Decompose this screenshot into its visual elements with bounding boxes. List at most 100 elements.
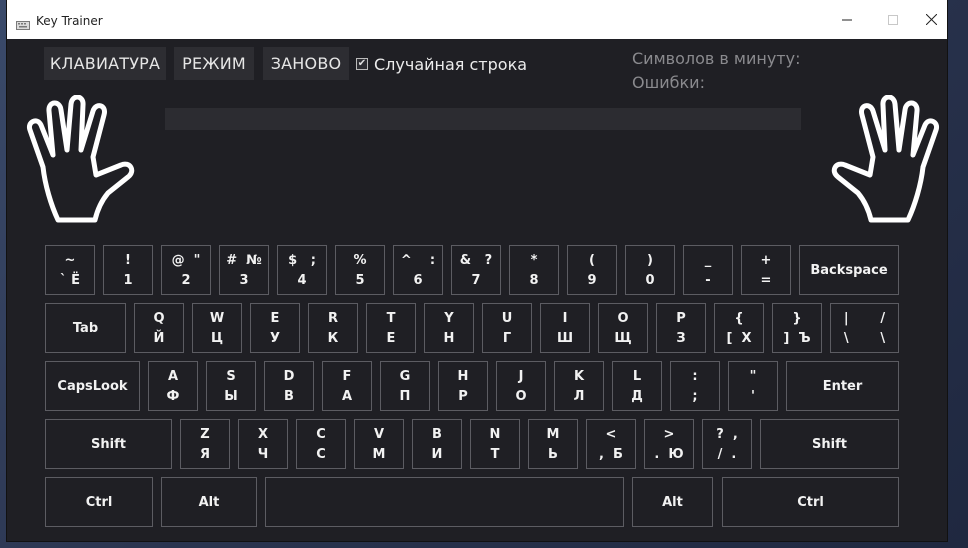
key-shift-label: * bbox=[530, 253, 538, 268]
key-shift-label: & ? bbox=[459, 253, 493, 268]
key-2[interactable]: @ " 2 bbox=[161, 245, 211, 295]
minimize-icon[interactable] bbox=[824, 0, 870, 39]
key-shift-label: ( bbox=[589, 253, 595, 268]
key-m[interactable]: MЬ bbox=[528, 419, 578, 469]
key-slash[interactable]: ? , / . bbox=[702, 419, 752, 469]
key-base-label: А bbox=[341, 389, 353, 404]
key-shift-label: R bbox=[327, 311, 338, 326]
key-left-shift[interactable]: Shift bbox=[45, 419, 172, 469]
key-w[interactable]: WЦ bbox=[192, 303, 242, 353]
key-shift-label: L bbox=[632, 369, 642, 384]
key-base-label: 4 bbox=[297, 273, 307, 288]
close-icon[interactable] bbox=[916, 0, 947, 39]
key-equals[interactable]: + = bbox=[741, 245, 791, 295]
key-q[interactable]: QЙ bbox=[134, 303, 184, 353]
key-base-label: Я bbox=[199, 447, 210, 462]
key-enter[interactable]: Enter bbox=[786, 361, 899, 411]
errors-label: Ошибки: bbox=[632, 73, 705, 92]
key-label: Shift bbox=[91, 437, 126, 452]
key-base-label: = bbox=[760, 273, 772, 288]
key-period[interactable]: > . Ю bbox=[644, 419, 694, 469]
key-u[interactable]: UГ bbox=[482, 303, 532, 353]
key-v[interactable]: VМ bbox=[354, 419, 404, 469]
key-i[interactable]: IШ bbox=[540, 303, 590, 353]
key-base-label: \ \ bbox=[843, 331, 886, 346]
key-y[interactable]: YН bbox=[424, 303, 474, 353]
key-shift-label: # № bbox=[226, 253, 262, 268]
restart-button[interactable]: ЗАНОВО bbox=[263, 47, 349, 80]
key-s[interactable]: SЫ bbox=[206, 361, 256, 411]
key-right-ctrl[interactable]: Ctrl bbox=[722, 477, 899, 527]
keyboard-icon bbox=[16, 15, 30, 34]
key-p[interactable]: PЗ bbox=[656, 303, 706, 353]
key-7[interactable]: & ? 7 bbox=[451, 245, 501, 295]
key-shift-label: Z bbox=[200, 427, 210, 442]
key-4[interactable]: $ ; 4 bbox=[277, 245, 327, 295]
key-tilde[interactable]: ~ ` Ё bbox=[45, 245, 95, 295]
typing-text-field[interactable] bbox=[165, 108, 801, 130]
key-base-label: Ц bbox=[210, 331, 224, 346]
key-space[interactable] bbox=[265, 477, 624, 527]
key-tab[interactable]: Tab bbox=[45, 303, 126, 353]
key-base-label: 5 bbox=[355, 273, 365, 288]
key-right-shift[interactable]: Shift bbox=[760, 419, 899, 469]
key-x[interactable]: XЧ bbox=[238, 419, 288, 469]
maximize-icon[interactable] bbox=[870, 0, 916, 39]
key-g[interactable]: GП bbox=[380, 361, 430, 411]
key-0[interactable]: ) 0 bbox=[625, 245, 675, 295]
keyboard-button[interactable]: КЛАВИАТУРА bbox=[44, 47, 166, 80]
mode-button[interactable]: РЕЖИМ bbox=[174, 47, 254, 80]
key-t[interactable]: TЕ bbox=[366, 303, 416, 353]
key-base-label: С bbox=[316, 447, 326, 462]
random-string-toggle[interactable]: ✔ Случайная строка bbox=[356, 54, 527, 74]
key-b[interactable]: BИ bbox=[412, 419, 462, 469]
key-shift-label: O bbox=[617, 311, 629, 326]
key-comma[interactable]: < , Б bbox=[586, 419, 636, 469]
key-6[interactable]: ^ : 6 bbox=[393, 245, 443, 295]
key-d[interactable]: DВ bbox=[264, 361, 314, 411]
key-capslock[interactable]: CapsLook bbox=[45, 361, 140, 411]
key-z[interactable]: ZЯ bbox=[180, 419, 230, 469]
key-left-alt[interactable]: Alt bbox=[161, 477, 257, 527]
key-label: Ctrl bbox=[797, 495, 824, 510]
key-right-alt[interactable]: Alt bbox=[632, 477, 713, 527]
key-base-label: Ч bbox=[257, 447, 269, 462]
key-o[interactable]: OЩ bbox=[598, 303, 648, 353]
key-a[interactable]: AФ bbox=[148, 361, 198, 411]
key-base-label: Ш bbox=[556, 331, 574, 346]
key-semicolon[interactable]: :; bbox=[670, 361, 720, 411]
key-3[interactable]: # № 3 bbox=[219, 245, 269, 295]
key-e[interactable]: EУ bbox=[250, 303, 300, 353]
key-backspace[interactable]: Backspace bbox=[799, 245, 899, 295]
key-5[interactable]: % 5 bbox=[335, 245, 385, 295]
key-minus[interactable]: _ - bbox=[683, 245, 733, 295]
key-base-label: Д bbox=[631, 389, 643, 404]
key-l[interactable]: LД bbox=[612, 361, 662, 411]
key-shift-label: X bbox=[257, 427, 269, 442]
key-base-label: Р bbox=[458, 389, 468, 404]
key-1[interactable]: ! 1 bbox=[103, 245, 153, 295]
key-j[interactable]: JО bbox=[496, 361, 546, 411]
key-k[interactable]: KЛ bbox=[554, 361, 604, 411]
key-base-label: 3 bbox=[239, 273, 249, 288]
key-right-bracket[interactable]: }] Ъ bbox=[772, 303, 822, 353]
key-left-ctrl[interactable]: Ctrl bbox=[45, 477, 153, 527]
key-r[interactable]: RК bbox=[308, 303, 358, 353]
key-base-label: Й bbox=[153, 331, 165, 346]
random-string-checkbox[interactable]: ✔ bbox=[356, 58, 368, 70]
key-c[interactable]: CС bbox=[296, 419, 346, 469]
key-base-label: У bbox=[269, 331, 281, 346]
key-8[interactable]: * 8 bbox=[509, 245, 559, 295]
key-9[interactable]: (9 bbox=[567, 245, 617, 295]
key-shift-label: N bbox=[489, 427, 501, 442]
random-string-label: Случайная строка bbox=[374, 54, 528, 74]
key-n[interactable]: NТ bbox=[470, 419, 520, 469]
key-label: Tab bbox=[72, 321, 99, 336]
key-quote[interactable]: " ' bbox=[728, 361, 778, 411]
key-h[interactable]: HР bbox=[438, 361, 488, 411]
key-backslash[interactable]: | / \ \ bbox=[830, 303, 899, 353]
key-base-label: ] Ъ bbox=[783, 331, 811, 346]
key-left-bracket[interactable]: {[ Х bbox=[714, 303, 764, 353]
key-f[interactable]: FА bbox=[322, 361, 372, 411]
key-shift-label: ^ : bbox=[400, 253, 436, 268]
